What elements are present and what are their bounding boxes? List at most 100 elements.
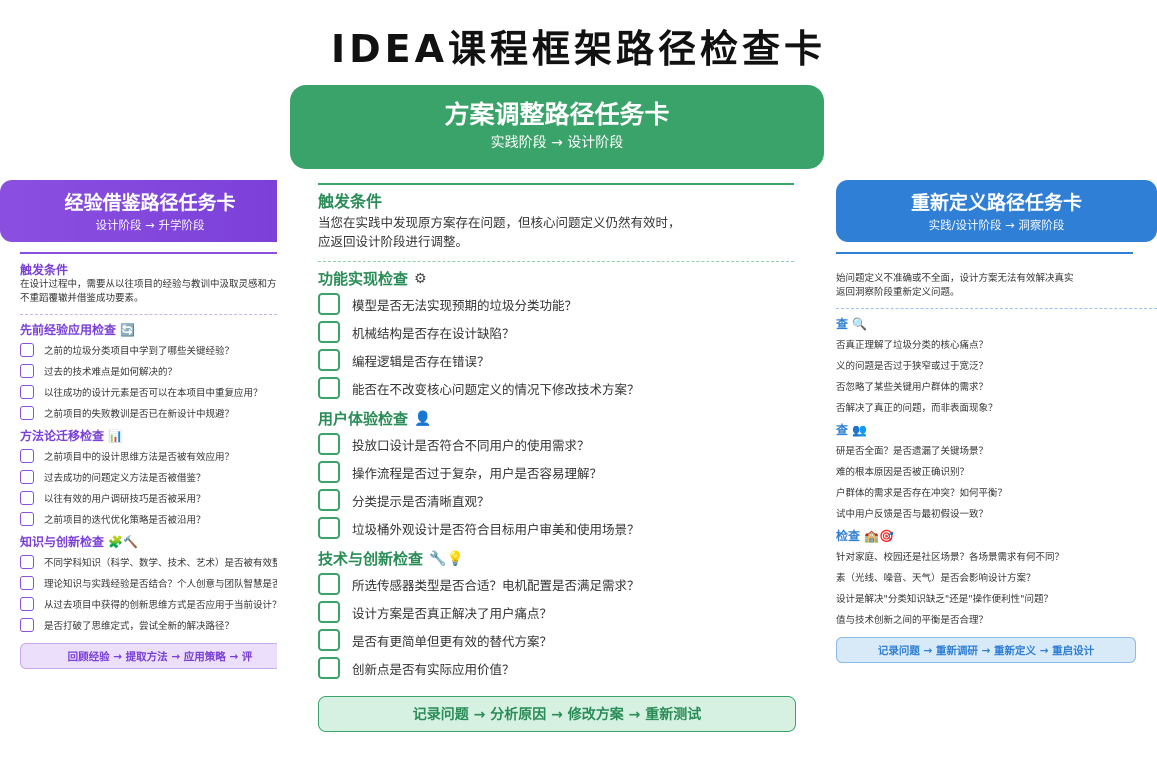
check-item[interactable]: 以往有效的用户调研技巧是否被采用？: [20, 487, 277, 508]
process-footer: 回顾经验 → 提取方法 → 应用策略 → 评: [20, 643, 277, 669]
checkbox[interactable]: [318, 489, 340, 511]
checkbox[interactable]: [318, 321, 340, 343]
page-title: IDEA课程框架路径检查卡: [330, 27, 827, 71]
trigger-text: 不重蹈覆辙并借鉴成功要素。: [20, 293, 144, 304]
check-item[interactable]: 操作流程是否过于复杂，用户是否容易理解？: [318, 458, 796, 486]
trigger-text: 在设计过程中，需要从以往项目的经验与教训中汲取灵感和方: [20, 279, 277, 290]
trigger-text: 当您在实践中发现原方案存在问题，但核心问题定义仍然有效时，: [318, 215, 681, 230]
check-item[interactable]: 之前项目中的设计思维方法是否被有效应用？: [20, 445, 277, 466]
checkbox[interactable]: [20, 596, 34, 611]
check-item: 研是否全面？是否遗漏了关键场景？: [836, 445, 989, 457]
check-item: 针对家庭、校园还是社区场景？各场景需求有何不同？: [836, 551, 1065, 563]
puzzle-hammer-icon: 🧩🔨: [108, 535, 139, 549]
plan-adjust-path-card: 方案调整路径任务卡 实践阶段 → 设计阶段 触发条件 当您在实践中发现原方案存在…: [290, 85, 824, 745]
check-item[interactable]: 以往成功的设计元素是否可以在本项目中重复应用？: [20, 381, 277, 402]
magnifier-icon: 🔍: [852, 317, 868, 331]
divider: [20, 252, 277, 254]
trigger-heading: 触发条件: [318, 192, 383, 211]
check-item[interactable]: 模型是否无法实现预期的垃圾分类功能？: [318, 290, 796, 318]
check-item: 否忽略了某些关键用户群体的需求？: [836, 381, 989, 393]
checkbox[interactable]: [20, 363, 34, 378]
checkbox[interactable]: [20, 448, 34, 463]
check-item[interactable]: 理论知识与实践经验是否结合？个人创意与团队智慧是否: [20, 572, 277, 593]
checkbox[interactable]: [318, 349, 340, 371]
section-title: 用户体验检查 👤: [318, 410, 432, 428]
check-item[interactable]: 之前项目的迭代优化策略是否被沿用？: [20, 508, 277, 529]
cycle-icon: 🔄: [120, 323, 136, 337]
checkbox[interactable]: [318, 629, 340, 651]
checkbox[interactable]: [20, 617, 34, 632]
checkbox[interactable]: [318, 377, 340, 399]
check-item: 素（光线、噪音、天气）是否会影响设计方案？: [836, 572, 1036, 584]
checkbox[interactable]: [20, 511, 34, 526]
dashed-divider: [318, 261, 794, 262]
check-item: 否真正理解了垃圾分类的核心痛点？: [836, 339, 989, 351]
checkbox[interactable]: [318, 517, 340, 539]
divider: [318, 183, 794, 185]
section-title: 知识与创新检查 🧩🔨: [20, 535, 139, 549]
check-item[interactable]: 是否打破了思维定式，尝试全新的解决路径？: [20, 614, 277, 635]
card-header: 经验借鉴路径任务卡 设计阶段 → 升学阶段: [0, 180, 277, 242]
card-title: 经验借鉴路径任务卡: [64, 192, 236, 214]
check-item[interactable]: 所选传感器类型是否合适？电机配置是否满足需求？: [318, 570, 796, 598]
card-title: 方案调整路径任务卡: [444, 100, 670, 129]
dashed-divider: [836, 308, 1157, 309]
chart-icon: 📊: [108, 429, 124, 443]
check-item[interactable]: 编程逻辑是否存在错误？: [318, 346, 796, 374]
card-subtitle: 实践阶段 → 设计阶段: [490, 135, 624, 151]
check-item[interactable]: 能否在不改变核心问题定义的情况下修改技术方案？: [318, 374, 796, 402]
check-item[interactable]: 不同学科知识（科学、数学、技术、艺术）是否被有效整: [20, 551, 277, 572]
process-footer: 记录问题 → 重新调研 → 重新定义 → 重启设计: [836, 637, 1136, 663]
section-title: 先前经验应用检查 🔄: [20, 323, 136, 337]
check-item[interactable]: 从过去项目中获得的创新思维方式是否应用于当前设计？: [20, 593, 277, 614]
check-item: 义的问题是否过于狭窄或过于宽泛？: [836, 360, 989, 372]
check-item[interactable]: 是否有更简单但更有效的替代方案？: [318, 626, 796, 654]
checkbox[interactable]: [20, 469, 34, 484]
gear-icon: ⚙: [414, 271, 427, 287]
trigger-text: 返回洞察阶段重新定义问题。: [836, 287, 960, 298]
card-header: 方案调整路径任务卡 实践阶段 → 设计阶段: [290, 85, 824, 169]
check-item[interactable]: 之前的垃圾分类项目中学到了哪些关键经验？: [20, 339, 277, 360]
check-item[interactable]: 垃圾桶外观设计是否符合目标用户审美和使用场景？: [318, 514, 796, 542]
checkbox[interactable]: [20, 342, 34, 357]
check-item[interactable]: 投放口设计是否符合不同用户的使用需求？: [318, 430, 796, 458]
section-title: 技术与创新检查 🔧💡: [318, 550, 464, 568]
check-item: 难的根本原因是否被正确识别？: [836, 466, 970, 478]
dashed-divider: [20, 314, 277, 315]
checkbox[interactable]: [318, 293, 340, 315]
check-item[interactable]: 创新点是否有实际应用价值？: [318, 654, 796, 682]
checkbox[interactable]: [20, 575, 34, 590]
checkbox[interactable]: [20, 554, 34, 569]
check-item: 户群体的需求是否存在冲突？如何平衡？: [836, 487, 1008, 499]
redefine-path-card: 重新定义路径任务卡 实践/设计阶段 → 洞察阶段 始问题定义不准确或不全面，设计…: [836, 180, 1157, 680]
checkbox[interactable]: [318, 433, 340, 455]
checkbox[interactable]: [20, 384, 34, 399]
check-item[interactable]: 机械结构是否存在设计缺陷？: [318, 318, 796, 346]
checkbox[interactable]: [318, 657, 340, 679]
check-item[interactable]: 过去成功的问题定义方法是否被借鉴？: [20, 466, 277, 487]
card-title: 重新定义路径任务卡: [910, 192, 1082, 214]
trigger-text: 应返回设计阶段进行调整。: [318, 234, 469, 249]
checkbox[interactable]: [20, 405, 34, 420]
section-title: 检查 🏫🎯: [836, 529, 895, 543]
check-item[interactable]: 分类提示是否清晰直观？: [318, 486, 796, 514]
checkbox[interactable]: [318, 461, 340, 483]
check-item[interactable]: 过去的技术难点是如何解决的？: [20, 360, 277, 381]
school-target-icon: 🏫🎯: [864, 529, 895, 543]
check-item[interactable]: 之前项目的失败教训是否已在新设计中规避？: [20, 402, 277, 423]
check-item: 否解决了真正的问题，而非表面现象？: [836, 402, 998, 414]
checkbox[interactable]: [318, 573, 340, 595]
checkbox[interactable]: [20, 490, 34, 505]
card-header: 重新定义路径任务卡 实践/设计阶段 → 洞察阶段: [836, 180, 1157, 242]
section-title: 功能实现检查 ⚙: [318, 270, 427, 288]
wrench-bulb-icon: 🔧💡: [429, 551, 464, 567]
check-item[interactable]: 设计方案是否真正解决了用户痛点？: [318, 598, 796, 626]
process-footer: 记录问题 → 分析原因 → 修改方案 → 重新测试: [318, 696, 796, 732]
trigger-text: 始问题定义不准确或不全面，设计方案无法有效解决真实: [836, 273, 1074, 284]
card-subtitle: 实践/设计阶段 → 洞察阶段: [928, 218, 1065, 232]
checkbox[interactable]: [318, 601, 340, 623]
section-title: 查 🔍: [836, 317, 868, 331]
user-icon: 👤: [414, 411, 432, 427]
section-title: 查 👥: [836, 423, 868, 437]
experience-path-card: 经验借鉴路径任务卡 设计阶段 → 升学阶段 触发条件 在设计过程中，需要从以往项…: [0, 180, 277, 680]
